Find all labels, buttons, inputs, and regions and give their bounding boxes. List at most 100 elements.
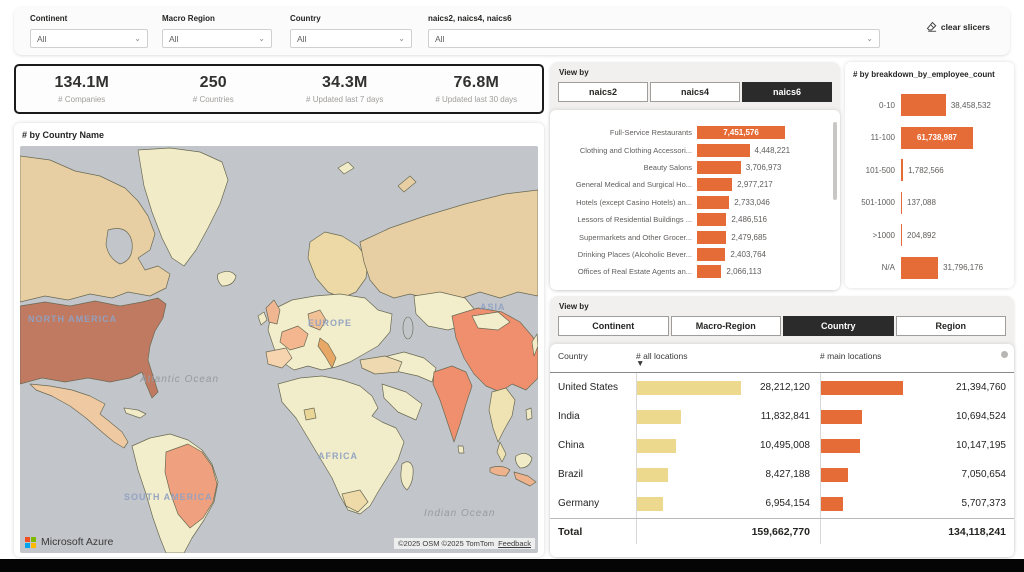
bar-category-label: Hotels (except Casino Hotels) an... [558, 198, 697, 207]
bar-row: Offices of Real Estate Agents an...2,066… [558, 263, 834, 280]
all-locations-bar-cell [636, 431, 748, 460]
all-locations-value: 28,212,120 [748, 382, 820, 393]
map-country-sri-lanka[interactable] [458, 446, 464, 453]
main-locations-value: 21,394,760 [912, 382, 1006, 393]
table-row[interactable]: Brazil8,427,1887,050,654 [550, 460, 1014, 489]
bar[interactable] [901, 257, 938, 279]
bar-row: 0-1038,458,532 [851, 89, 1010, 122]
bar-category-label: >1000 [851, 231, 901, 240]
table-row[interactable]: India11,832,84110,694,524 [550, 402, 1014, 431]
main-locations-value: 10,694,524 [912, 411, 1006, 422]
continent-dropdown[interactable]: All ⌄ [30, 29, 148, 48]
bar[interactable] [697, 213, 726, 226]
bar-track: 2,479,685 [697, 231, 834, 244]
bar-value: 4,448,221 [755, 146, 791, 155]
bar[interactable] [697, 248, 725, 261]
bar-category-label: 0-10 [851, 101, 901, 110]
bar[interactable]: 61,738,987 [901, 127, 973, 149]
microsoft-logo-icon [25, 537, 36, 548]
bar-row: 11-10061,738,987 [851, 122, 1010, 155]
world-map[interactable]: NORTH AMERICA EUROPE ASIA AFRICA SOUTH A… [20, 146, 538, 553]
bar[interactable] [901, 94, 946, 116]
scrollbar-thumb[interactable] [1001, 351, 1008, 358]
column-header-country[interactable]: Country [558, 351, 636, 361]
bar-row: 101-5001,782,566 [851, 154, 1010, 187]
scrollbar-thumb[interactable] [833, 122, 837, 200]
table-row[interactable]: China10,495,00810,147,195 [550, 431, 1014, 460]
bar[interactable] [697, 231, 726, 244]
main-locations-bar[interactable] [821, 410, 862, 424]
dashboard: Continent All ⌄ Macro Region All ⌄ Count… [0, 0, 1024, 572]
kpi-countries: 250 # Countries [148, 66, 280, 112]
slicer-label: Country [290, 14, 412, 23]
main-locations-value: 7,050,654 [912, 469, 1006, 480]
feedback-link[interactable]: Feedback [498, 539, 531, 548]
kpi-companies: 134.1M # Companies [16, 66, 148, 112]
naics-bars: Full-Service Restaurants7,451,576Clothin… [550, 110, 840, 281]
bar-value: 3,706,973 [746, 163, 782, 172]
table-header: Country # all locations ▼ # main locatio… [550, 344, 1014, 373]
map-label-atlantic-ocean: Atlantic Ocean [139, 374, 219, 385]
main-locations-bar[interactable] [821, 381, 903, 395]
map-country-ghana[interactable] [304, 408, 316, 420]
spacer [636, 519, 748, 544]
kpi-value: 76.8M [454, 74, 499, 92]
bar-track: 7,451,576 [697, 126, 834, 139]
bar-row: General Medical and Surgical Ho...2,977,… [558, 176, 834, 193]
all-locations-value: 6,954,154 [748, 498, 820, 509]
main-locations-bar-cell [820, 489, 912, 518]
naics-panel: View by naics2naics4naics6 Full-Service … [550, 62, 840, 290]
clear-slicers-button[interactable]: clear slicers [920, 20, 996, 33]
bar-value: 2,479,685 [731, 233, 767, 242]
country-dropdown[interactable]: All ⌄ [290, 29, 412, 48]
table-row[interactable]: United States28,212,12021,394,760 [550, 373, 1014, 402]
all-locations-bar[interactable] [637, 497, 663, 511]
bar-category-label: General Medical and Surgical Ho... [558, 180, 697, 189]
bar[interactable] [901, 159, 903, 181]
bar-row: Full-Service Restaurants7,451,576 [558, 124, 834, 141]
map-country-philippines[interactable] [526, 408, 532, 420]
bar[interactable]: 7,451,576 [697, 126, 785, 139]
bar-value: 2,486,516 [731, 215, 767, 224]
bar[interactable] [697, 196, 729, 209]
map-title: # by Country Name [14, 123, 544, 144]
bar-track: 1,782,566 [901, 159, 1010, 181]
map-card: # by Country Name [14, 123, 544, 557]
tab-country[interactable]: Country [783, 316, 894, 336]
bar-category-label: N/A [851, 263, 901, 272]
all-locations-bar[interactable] [637, 468, 668, 482]
all-locations-bar-cell [636, 373, 748, 402]
naics-dropdown[interactable]: All ⌄ [428, 29, 880, 48]
tab-region[interactable]: Region [896, 316, 1007, 336]
bar[interactable] [901, 224, 902, 246]
main-locations-bar[interactable] [821, 468, 848, 482]
main-locations-bar[interactable] [821, 497, 843, 511]
main-locations-bar[interactable] [821, 439, 860, 453]
chevron-down-icon: ⌄ [258, 35, 265, 43]
bar[interactable] [697, 144, 750, 157]
bar-category-label: Beauty Salons [558, 163, 697, 172]
bar-track: 4,448,221 [697, 144, 834, 157]
bar[interactable] [697, 161, 741, 174]
country-cell: China [558, 440, 636, 451]
table-row[interactable]: Germany6,954,1545,707,373 [550, 489, 1014, 518]
bar[interactable] [901, 192, 902, 214]
all-locations-bar[interactable] [637, 381, 741, 395]
all-locations-bar[interactable] [637, 439, 676, 453]
total-main-locations: 134,118,241 [912, 526, 1006, 538]
slicer-naics: naics2, naics4, naics6 All ⌄ [428, 14, 880, 48]
bar-track: 137,088 [901, 192, 1010, 214]
tab-macro-region[interactable]: Macro-Region [671, 316, 782, 336]
bar[interactable] [697, 265, 721, 278]
tab-naics2[interactable]: naics2 [558, 82, 648, 102]
macro-region-dropdown[interactable]: All ⌄ [162, 29, 272, 48]
column-header-all-locations[interactable]: # all locations ▼ [636, 351, 820, 365]
bar-value: 2,733,046 [734, 198, 770, 207]
tab-continent[interactable]: Continent [558, 316, 669, 336]
all-locations-bar[interactable] [637, 410, 681, 424]
bar-track: 61,738,987 [901, 127, 1010, 149]
tab-naics4[interactable]: naics4 [650, 82, 740, 102]
column-header-main-locations[interactable]: # main locations [820, 351, 1006, 361]
tab-naics6[interactable]: naics6 [742, 82, 832, 102]
bar[interactable] [697, 178, 732, 191]
